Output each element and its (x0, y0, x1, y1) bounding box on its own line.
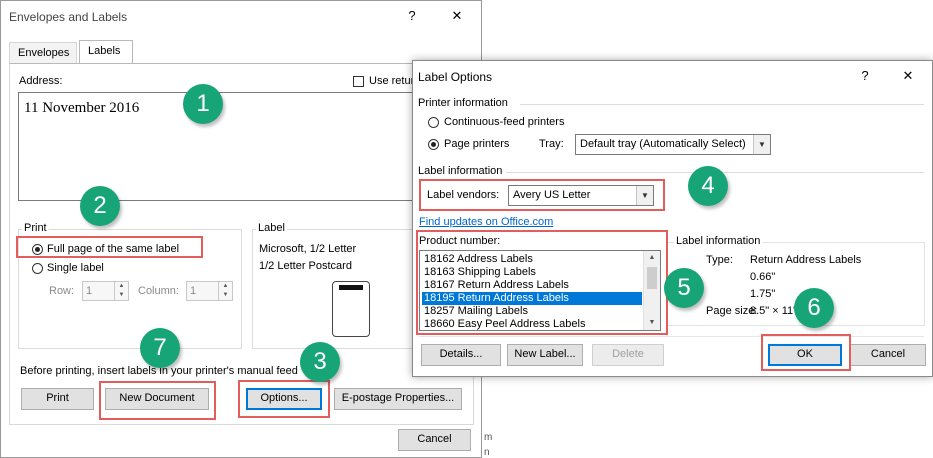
new-label-button[interactable]: New Label... (507, 344, 583, 366)
bottom-divider (419, 336, 924, 337)
title-bar: Label Options ? ✕ (413, 61, 932, 91)
find-updates-link[interactable]: Find updates on Office.com (419, 216, 553, 228)
label-line-2: 1/2 Letter Postcard (259, 260, 352, 272)
close-icon[interactable]: ✕ (899, 67, 917, 85)
tray-value: Default tray (Automatically Select) (580, 138, 746, 150)
product-list-item[interactable]: 18162 Address Labels (422, 253, 642, 266)
column-value: 1 (190, 285, 197, 297)
info-width-value: 1.75" (750, 288, 776, 300)
close-icon[interactable]: ✕ (448, 7, 466, 25)
title-bar: Envelopes and Labels ? ✕ (1, 1, 481, 31)
scroll-down-icon[interactable]: ▼ (644, 316, 660, 330)
address-textarea[interactable]: 11 November 2016 (18, 92, 473, 201)
help-button[interactable]: ? (403, 7, 421, 25)
print-button[interactable]: Print (21, 388, 94, 410)
help-button[interactable]: ? (856, 67, 874, 85)
use-return-address-label: Use retur (369, 75, 415, 87)
doc-fragment: m (484, 432, 493, 443)
address-label: Address: (19, 75, 63, 87)
info-type-label: Type: (706, 254, 733, 266)
row-value: 1 (86, 285, 93, 297)
info-height-value: 0.66" (750, 271, 776, 283)
address-text: 11 November 2016 (24, 100, 140, 116)
product-list-item[interactable]: 18167 Return Address Labels (422, 279, 642, 292)
page-printers-label: Page printers (444, 138, 510, 150)
tab-envelopes[interactable]: Envelopes (9, 42, 77, 64)
options-button[interactable]: Options... (246, 388, 322, 410)
envelopes-labels-dialog: Envelopes and Labels ? ✕ Envelopes Label… (0, 0, 482, 458)
printer-info-divider (520, 104, 924, 105)
new-document-button[interactable]: New Document (105, 388, 209, 410)
full-page-label: Full page of the same label (47, 243, 180, 255)
product-list-item[interactable]: 18163 Shipping Labels (422, 266, 642, 279)
doc-fragment: n (484, 447, 490, 458)
use-return-address-checkbox[interactable] (353, 76, 364, 87)
ok-button[interactable]: OK (768, 344, 842, 366)
epostage-properties-button[interactable]: E-postage Properties... (334, 388, 462, 410)
delete-button: Delete (592, 344, 664, 366)
full-page-radio[interactable] (32, 244, 43, 255)
details-button[interactable]: Details... (421, 344, 501, 366)
product-list-item[interactable]: 18660 Easy Peel Address Labels (422, 318, 642, 330)
label-vendors-select[interactable]: Avery US Letter ▼ (508, 185, 654, 206)
scroll-up-icon[interactable]: ▲ (644, 251, 660, 265)
label-preview-strip (339, 285, 363, 290)
label-line-1: Microsoft, 1/2 Letter (259, 243, 357, 255)
callout-3: 3 (300, 342, 340, 382)
label-group-label: Label (256, 222, 287, 234)
label-vendors-value: Avery US Letter (513, 189, 591, 201)
info-pagesize-value: 8.5" × 11" (750, 305, 798, 317)
callout-5: 5 (664, 268, 704, 308)
continuous-feed-label: Continuous-feed printers (444, 116, 565, 128)
callout-7: 7 (140, 328, 180, 368)
label-vendors-label: Label vendors: (427, 189, 500, 201)
single-label-radio[interactable] (32, 263, 43, 274)
product-number-label: Product number: (419, 235, 501, 247)
callout-6: 6 (794, 288, 834, 328)
tab-labels[interactable]: Labels (79, 40, 133, 64)
callout-1: 1 (183, 84, 223, 124)
printer-info-header: Printer information (418, 97, 508, 109)
info-type-value: Return Address Labels (750, 254, 862, 266)
spin-arrows-icon[interactable]: ▲ ▼ (218, 282, 232, 300)
label-preview-icon[interactable] (332, 281, 370, 337)
column-label: Column: (138, 285, 179, 297)
label-info-header: Label information (418, 165, 503, 177)
callout-4: 4 (688, 166, 728, 206)
cancel-button[interactable]: Cancel (850, 344, 926, 366)
product-number-list[interactable]: 18162 Address Labels 18163 Shipping Labe… (419, 250, 661, 331)
column-spinner[interactable]: 1 ▲ ▼ (186, 281, 233, 301)
row-label: Row: (49, 285, 75, 297)
continuous-feed-radio[interactable] (428, 117, 439, 128)
label-info-panel-header: Label information (674, 235, 763, 247)
callout-2: 2 (80, 186, 120, 226)
chevron-down-icon[interactable]: ▼ (636, 186, 653, 205)
product-list-item-selected[interactable]: 18195 Return Address Labels (422, 292, 642, 305)
tray-label: Tray: (539, 138, 564, 150)
label-options-dialog: Label Options ? ✕ Printer information Co… (412, 60, 933, 377)
cancel-button[interactable]: Cancel (398, 429, 471, 451)
dialog-title: Envelopes and Labels (9, 10, 128, 24)
dialog-title: Label Options (418, 70, 493, 84)
list-scrollbar[interactable]: ▲ ▼ (643, 251, 660, 330)
scroll-thumb[interactable] (647, 267, 657, 289)
print-group-label: Print (22, 222, 49, 234)
tray-select[interactable]: Default tray (Automatically Select) ▼ (575, 134, 771, 155)
page-printers-radio[interactable] (428, 139, 439, 150)
spin-arrows-icon[interactable]: ▲ ▼ (114, 282, 128, 300)
product-list-item[interactable]: 18257 Mailing Labels (422, 305, 642, 318)
single-label-label: Single label (47, 262, 104, 274)
chevron-down-icon[interactable]: ▼ (753, 135, 770, 154)
row-spinner[interactable]: 1 ▲ ▼ (82, 281, 129, 301)
